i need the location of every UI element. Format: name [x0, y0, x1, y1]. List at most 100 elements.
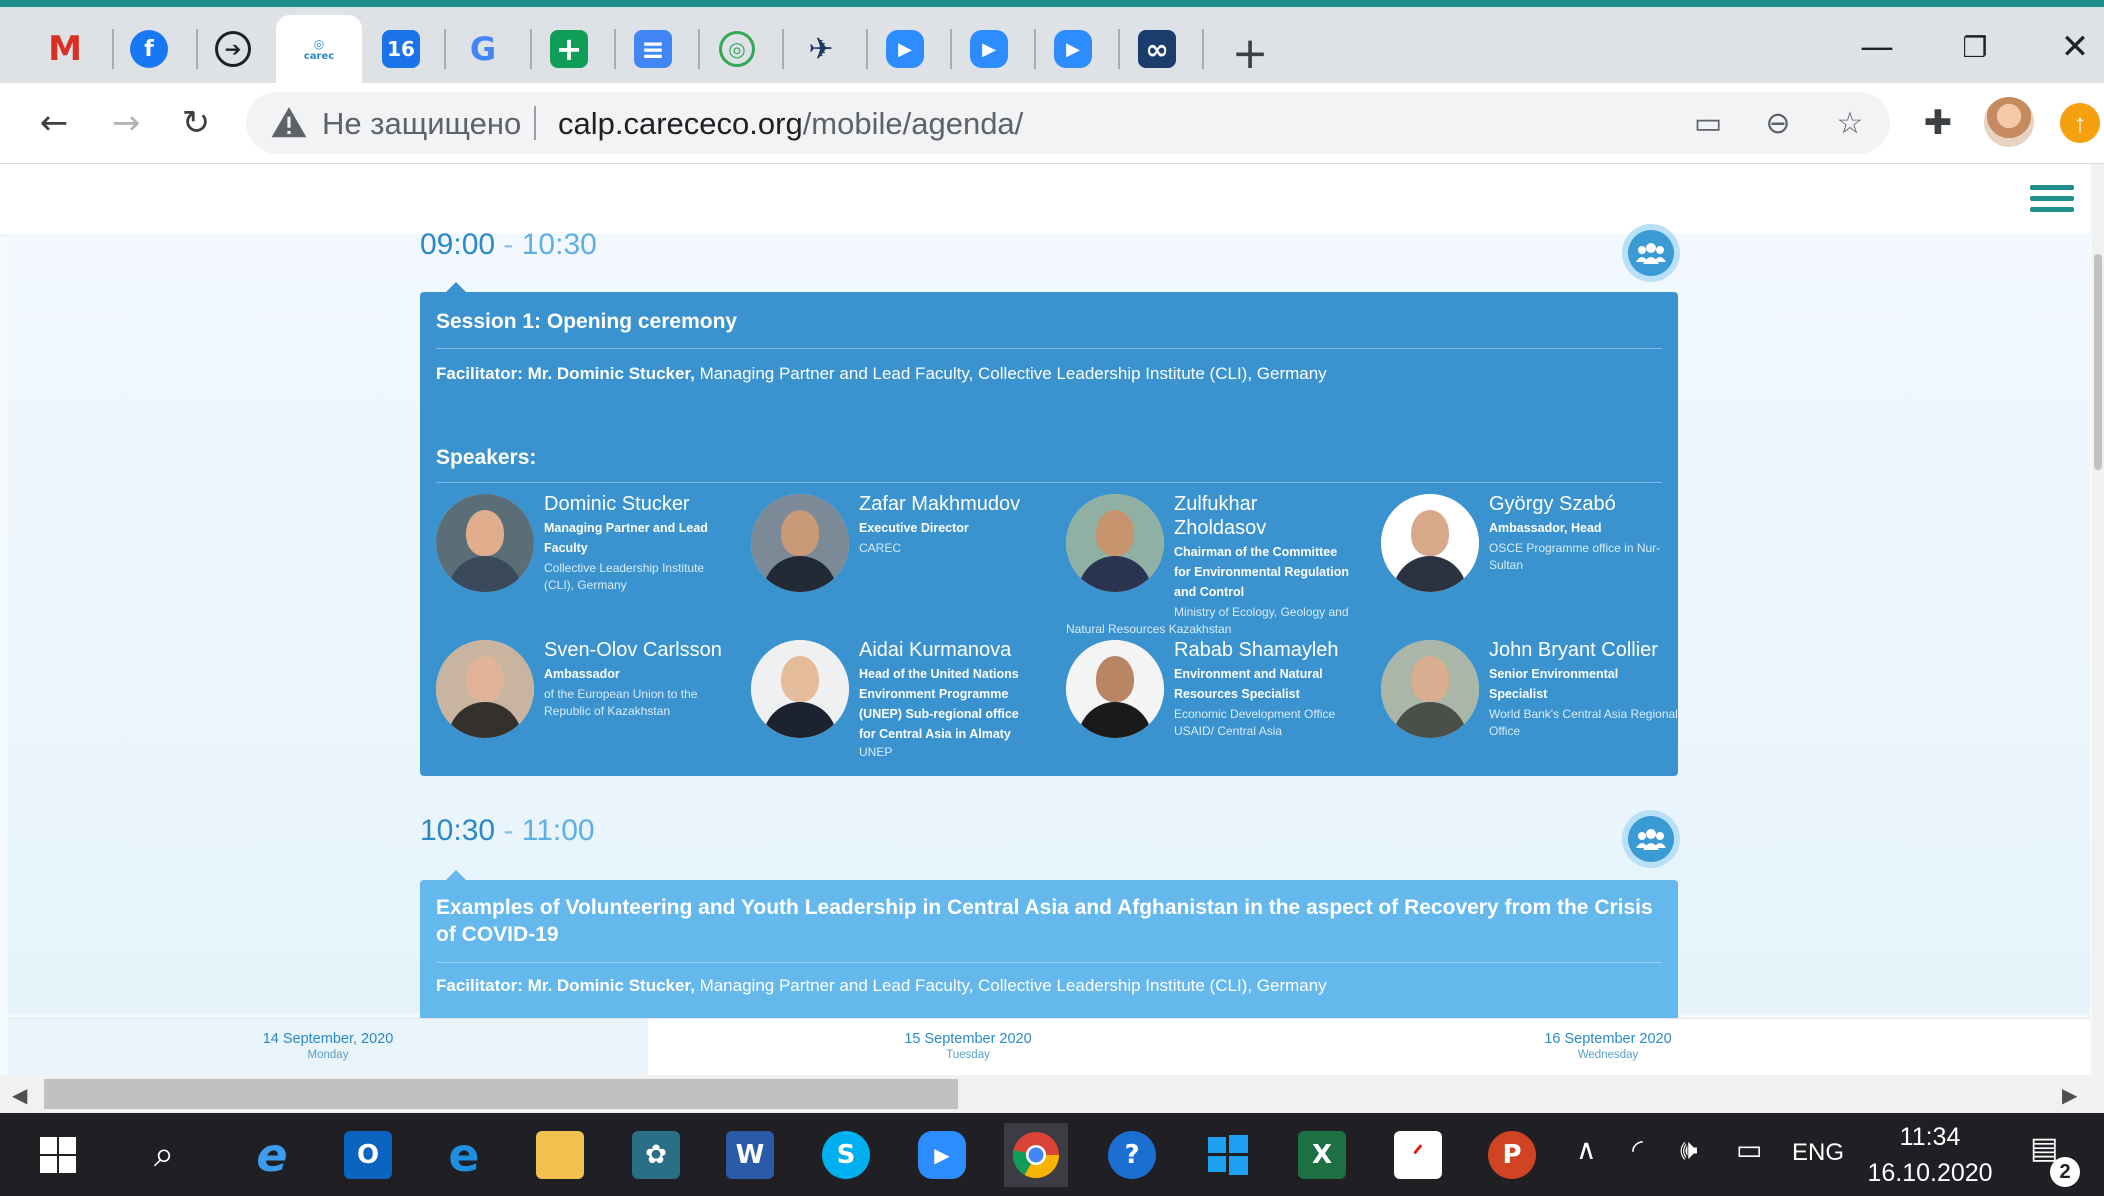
tab-docs[interactable]: ≡ [618, 15, 688, 83]
speaker-name: Zulfukhar Zholdasov [1174, 493, 1267, 539]
window-accent-bar [0, 0, 2104, 7]
word-icon: W [726, 1131, 774, 1179]
url-text[interactable]: calp.carececo.org/mobile/agenda/ [558, 106, 1023, 142]
minimize-icon[interactable]: — [1842, 19, 1912, 75]
system-clock[interactable]: 11:34 16.10.2020 [1860, 1119, 2000, 1191]
speaker-organization: CAREC [859, 541, 902, 555]
date-label: 15 September 2020 [904, 1031, 1032, 1047]
taskbar-edge[interactable]: e [432, 1123, 496, 1187]
scroll-right-icon[interactable]: ▶ [2062, 1083, 2077, 1107]
zoom-out-icon[interactable]: ⊖ [1758, 103, 1798, 143]
tab-separator [530, 29, 532, 69]
taskbar-internet-explorer[interactable]: e [240, 1123, 304, 1187]
tab-arrow[interactable]: ➔ [198, 15, 268, 83]
taskbar-file-explorer[interactable] [528, 1123, 592, 1187]
tab-separator [1202, 29, 1204, 69]
security-status-label[interactable]: Не защищено [322, 106, 521, 142]
back-arrow-icon[interactable]: ← [24, 93, 84, 153]
taskbar-excel[interactable]: X [1290, 1123, 1354, 1187]
chevron-up-icon[interactable]: ∧ [1576, 1133, 1597, 1166]
taskbar-zoom[interactable]: ▶ [910, 1123, 974, 1187]
calendar-icon: 16 [382, 30, 420, 68]
start-button[interactable] [26, 1123, 90, 1187]
taskbar-help[interactable]: ? [1100, 1123, 1164, 1187]
docs-icon: ≡ [634, 30, 672, 68]
speaker-card[interactable]: Zafar Makhmudov Executive Director CAREC [751, 493, 1051, 634]
extensions-puzzle-icon[interactable]: ✚ [1908, 93, 1968, 153]
horizontal-scrollbar[interactable]: ◀ ▶ [0, 1075, 2104, 1113]
language-indicator[interactable]: ENG [1792, 1139, 1844, 1167]
vertical-scrollbar[interactable] [2092, 164, 2104, 1075]
clock-date: 16.10.2020 [1867, 1159, 1993, 1187]
tab-gmail[interactable]: M [30, 15, 100, 83]
wifi-icon[interactable]: ◜ [1632, 1133, 1643, 1166]
search-button[interactable]: ⌕ [132, 1123, 196, 1187]
bookmark-star-icon[interactable]: ☆ [1830, 103, 1870, 143]
horizontal-scroll-thumb[interactable] [44, 1079, 958, 1109]
tab-carec-active[interactable]: ◎ carec [276, 15, 362, 83]
help-icon: ? [1108, 1131, 1156, 1179]
date-tabs: 14 September, 2020 Monday 15 September 2… [8, 1018, 2090, 1075]
tab-google[interactable]: G [448, 15, 518, 83]
restore-icon[interactable]: ❐ [1940, 19, 2010, 75]
weekday-label: Monday [307, 1049, 349, 1061]
speaker-card[interactable]: Zulfukhar Zholdasov Chairman of the Comm… [1066, 493, 1366, 636]
taskbar-outlook[interactable]: O [336, 1123, 400, 1187]
taskbar-powerpoint[interactable]: P [1480, 1123, 1544, 1187]
time-start: 09:00 [420, 228, 496, 261]
vertical-scroll-thumb[interactable] [2094, 254, 2102, 470]
chrome-icon [1013, 1132, 1059, 1178]
close-icon[interactable]: ✕ [2040, 19, 2104, 75]
speaker-card[interactable]: Dominic Stucker Managing Partner and Lea… [436, 493, 736, 634]
speaker-organization: World Bank's Central Asia Regional Offic… [1489, 707, 1678, 738]
speaker-photo [436, 640, 534, 738]
speaker-card[interactable]: Sven-Olov Carlsson Ambassador of the Eur… [436, 639, 736, 780]
tab-contact[interactable]: ◎ [702, 15, 772, 83]
speaker-role: Ambassador [544, 667, 620, 681]
speaker-card[interactable]: György Szabó Ambassador, Head OSCE Progr… [1381, 493, 1681, 634]
reload-icon[interactable]: ↻ [166, 93, 226, 153]
facilitator-line: Facilitator: Mr. Dominic Stucker, Managi… [436, 976, 1327, 996]
date-tab-16-sep[interactable]: 16 September 2020 Wednesday [1288, 1019, 1928, 1075]
forward-arrow-icon[interactable]: → [96, 93, 156, 153]
taskbar-butterfly-app[interactable]: ✿ [624, 1123, 688, 1187]
tab-bird[interactable]: ✈ [786, 15, 856, 83]
speaker-volume-icon[interactable]: 🕪 [1680, 1133, 1698, 1167]
speaker-card[interactable]: Rabab Shamayleh Environment and Natural … [1066, 639, 1366, 780]
date-tab-14-sep[interactable]: 14 September, 2020 Monday [8, 1019, 648, 1075]
contact-icon: ◎ [719, 31, 755, 67]
scroll-left-icon[interactable]: ◀ [12, 1083, 27, 1107]
taskbar-windows-store[interactable] [1196, 1123, 1260, 1187]
battery-icon[interactable]: ▭ [1736, 1133, 1762, 1166]
taskbar-acrobat[interactable]: ᐟ [1386, 1123, 1450, 1187]
profile-avatar[interactable] [1984, 97, 2034, 147]
hamburger-menu-icon[interactable] [2030, 179, 2074, 219]
speaker-role: Ambassador, Head [1489, 521, 1602, 535]
warning-icon[interactable] [270, 104, 308, 142]
tab-zoom-1[interactable]: ▶ [870, 15, 940, 83]
speaker-card[interactable]: John Bryant Collier Senior Environmental… [1381, 639, 1681, 780]
powerpoint-icon: P [1488, 1131, 1536, 1179]
date-tab-15-sep[interactable]: 15 September 2020 Tuesday [648, 1019, 1288, 1075]
tab-calendar[interactable]: 16 [366, 15, 436, 83]
tab-separator [950, 29, 952, 69]
date-label: 14 September, 2020 [262, 1031, 394, 1047]
taskbar-skype[interactable]: S [814, 1123, 878, 1187]
arrow-circle-icon: ➔ [215, 31, 251, 67]
update-arrow-icon[interactable]: ↑ [2060, 103, 2100, 143]
tab-facebook[interactable]: f [114, 15, 184, 83]
facebook-icon: f [130, 30, 168, 68]
speaker-photo [1066, 640, 1164, 738]
tab-zoom-2[interactable]: ▶ [954, 15, 1024, 83]
taskbar-word[interactable]: W [718, 1123, 782, 1187]
taskbar-chrome[interactable] [1004, 1123, 1068, 1187]
tab-zoom-3[interactable]: ▶ [1038, 15, 1108, 83]
tab-rings[interactable]: ∞ [1122, 15, 1192, 83]
address-bar[interactable]: Не защищено calp.carececo.org/mobile/age… [246, 92, 1890, 154]
cast-device-icon[interactable]: ▭ [1688, 103, 1728, 143]
new-tab-button[interactable]: + [1222, 25, 1278, 81]
speaker-card[interactable]: Aidai Kurmanova Head of the United Natio… [751, 639, 1051, 780]
speaker-name: Dominic Stucker [544, 493, 690, 515]
tab-plus[interactable]: + [534, 15, 604, 83]
url-domain: calp.carececo.org [558, 106, 803, 141]
